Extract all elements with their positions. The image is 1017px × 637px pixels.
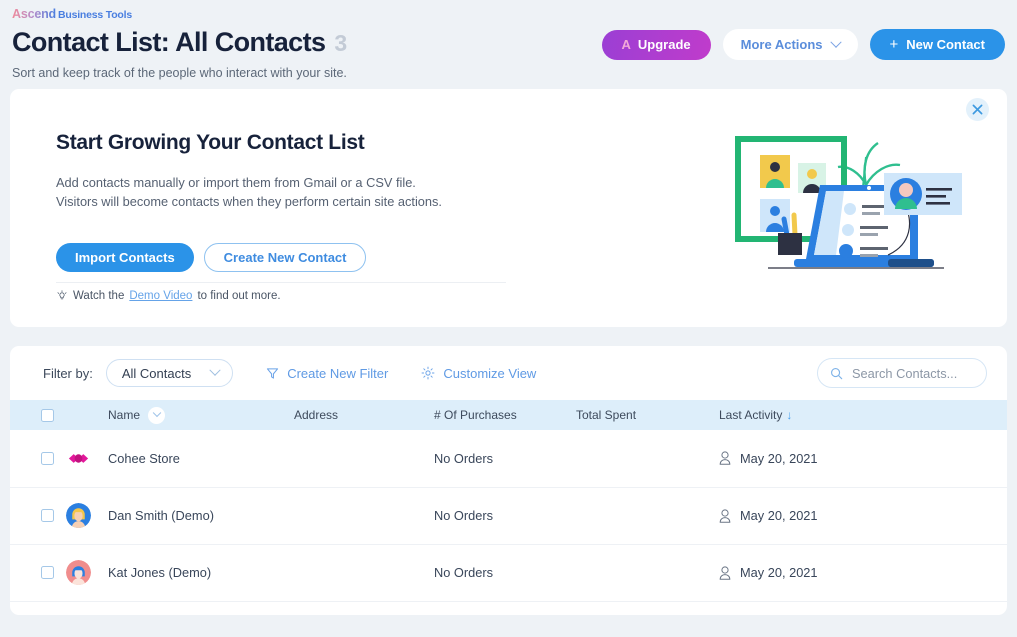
- row-last-activity-cell: May 20, 2021: [719, 544, 1007, 601]
- avatar: [66, 560, 91, 585]
- funnel-icon: [267, 367, 279, 379]
- demo-video-line: Watch the Demo Video to find out more.: [56, 282, 506, 302]
- row-avatar-cell: [66, 487, 108, 544]
- demo-video-link[interactable]: Demo Video: [129, 290, 192, 302]
- row-purchases: No Orders: [434, 508, 494, 523]
- upgrade-button[interactable]: A Upgrade: [601, 29, 711, 60]
- header-actions: A Upgrade More Actions + New Contact: [601, 29, 1005, 60]
- row-select-cell: [10, 544, 66, 601]
- th-select-all: [10, 400, 66, 430]
- th-last-activity-label: Last Activity: [719, 408, 783, 422]
- plus-icon: +: [889, 36, 899, 53]
- row-purchases: No Orders: [434, 565, 494, 580]
- arrow-down-icon: ↓: [786, 408, 793, 422]
- row-address: [294, 487, 434, 544]
- page-subtitle: Sort and keep track of the people who in…: [12, 66, 347, 80]
- table-row[interactable]: Dan Smith (Demo) No Orders May 20, 2021: [10, 487, 1007, 544]
- row-total-spent: [576, 487, 719, 544]
- filter-select-value: All Contacts: [121, 365, 192, 381]
- contacts-table: Name Address # Of Purchases Total Spent …: [10, 400, 1007, 602]
- row-purchases: No Orders: [434, 450, 494, 466]
- search-box[interactable]: [817, 358, 987, 388]
- lightbulb-icon: [57, 290, 67, 300]
- search-icon: [831, 367, 843, 379]
- new-contact-label: New Contact: [906, 37, 985, 52]
- avatar: [66, 503, 91, 528]
- table-body: Cohee Store No Orders May 20, 2021 Dan S…: [10, 430, 1007, 601]
- contacts-table-card: Filter by: All Contacts Create New Filte…: [10, 346, 1007, 615]
- th-name[interactable]: Name: [108, 400, 294, 430]
- row-name: Cohee Store: [108, 450, 180, 466]
- row-select-cell: [10, 487, 66, 544]
- filter-bar: Filter by: All Contacts Create New Filte…: [10, 346, 1007, 400]
- avatar: [68, 453, 89, 463]
- table-header-row: Name Address # Of Purchases Total Spent …: [10, 400, 1007, 430]
- growth-banner: Start Growing Your Contact List Add cont…: [10, 89, 1007, 327]
- th-last-activity[interactable]: Last Activity ↓: [719, 400, 1007, 430]
- th-avatar: [66, 400, 108, 430]
- more-actions-button[interactable]: More Actions: [722, 29, 858, 60]
- row-checkbox[interactable]: [41, 509, 54, 522]
- person-icon: [719, 508, 731, 523]
- row-last-activity: May 20, 2021: [740, 565, 818, 580]
- search-input[interactable]: [852, 365, 972, 381]
- name-sort-button[interactable]: [148, 406, 166, 424]
- row-last-activity-cell: May 20, 2021: [719, 487, 1007, 544]
- row-name: Kat Jones (Demo): [108, 565, 212, 580]
- gear-icon: [421, 366, 435, 380]
- contact-count: 3: [334, 30, 348, 56]
- row-total-spent: [576, 430, 719, 487]
- row-last-activity: May 20, 2021: [740, 450, 818, 466]
- create-new-contact-button[interactable]: Create New Contact: [203, 243, 367, 272]
- upgrade-label: Upgrade: [637, 37, 691, 52]
- table-row[interactable]: Kat Jones (Demo) No Orders May 20, 2021: [10, 544, 1007, 601]
- import-contacts-button[interactable]: Import Contacts: [56, 243, 194, 272]
- th-purchases[interactable]: # Of Purchases: [434, 400, 576, 430]
- row-last-activity-cell: May 20, 2021: [719, 430, 1007, 487]
- customize-view-label: Customize View: [443, 365, 537, 381]
- select-all-checkbox[interactable]: [41, 408, 54, 422]
- close-icon: [972, 104, 983, 115]
- person-icon: [719, 565, 731, 580]
- brand-name: Ascend: [12, 7, 56, 21]
- filter-select[interactable]: All Contacts: [105, 359, 234, 387]
- row-select-cell: [10, 430, 66, 487]
- chevron-down-icon: [152, 408, 161, 418]
- brand-suffix: Business Tools: [57, 9, 132, 21]
- create-new-filter-button[interactable]: Create New Filter: [266, 366, 388, 381]
- row-checkbox[interactable]: [41, 451, 54, 465]
- chevron-down-icon: [829, 36, 842, 48]
- close-banner-button[interactable]: [966, 98, 989, 121]
- demo-prefix: Watch the: [73, 290, 125, 302]
- row-name: Dan Smith (Demo): [108, 508, 214, 523]
- demo-suffix: to find out more.: [197, 290, 281, 302]
- row-avatar-cell: [66, 544, 108, 601]
- person-icon: [719, 451, 731, 465]
- filter-by-label: Filter by:: [43, 365, 93, 381]
- page-header: Ascend Business Tools Contact List: All C…: [0, 0, 1017, 89]
- create-new-filter-label: Create New Filter: [287, 365, 389, 381]
- row-avatar-cell: [66, 430, 108, 487]
- row-total-spent: [576, 544, 719, 601]
- page-title: Contact List: All Contacts: [12, 27, 326, 57]
- th-address[interactable]: Address: [294, 400, 434, 430]
- brand-logo: Ascend Business Tools: [12, 7, 1005, 21]
- new-contact-button[interactable]: + New Contact: [869, 29, 1005, 60]
- table-header: Name Address # Of Purchases Total Spent …: [10, 400, 1007, 430]
- customize-view-button[interactable]: Customize View: [421, 366, 536, 381]
- row-address: [294, 544, 434, 601]
- row-checkbox[interactable]: [41, 566, 54, 579]
- more-actions-label: More Actions: [740, 37, 823, 52]
- row-last-activity: May 20, 2021: [740, 508, 818, 523]
- th-total-spent[interactable]: Total Spent: [576, 400, 719, 430]
- table-row[interactable]: Cohee Store No Orders May 20, 2021: [10, 430, 1007, 487]
- row-address: [294, 430, 434, 487]
- chevron-down-icon: [209, 364, 221, 376]
- a-logo-icon: A: [621, 37, 631, 52]
- th-name-label: Name: [108, 408, 141, 422]
- contacts-illustration: [735, 136, 962, 269]
